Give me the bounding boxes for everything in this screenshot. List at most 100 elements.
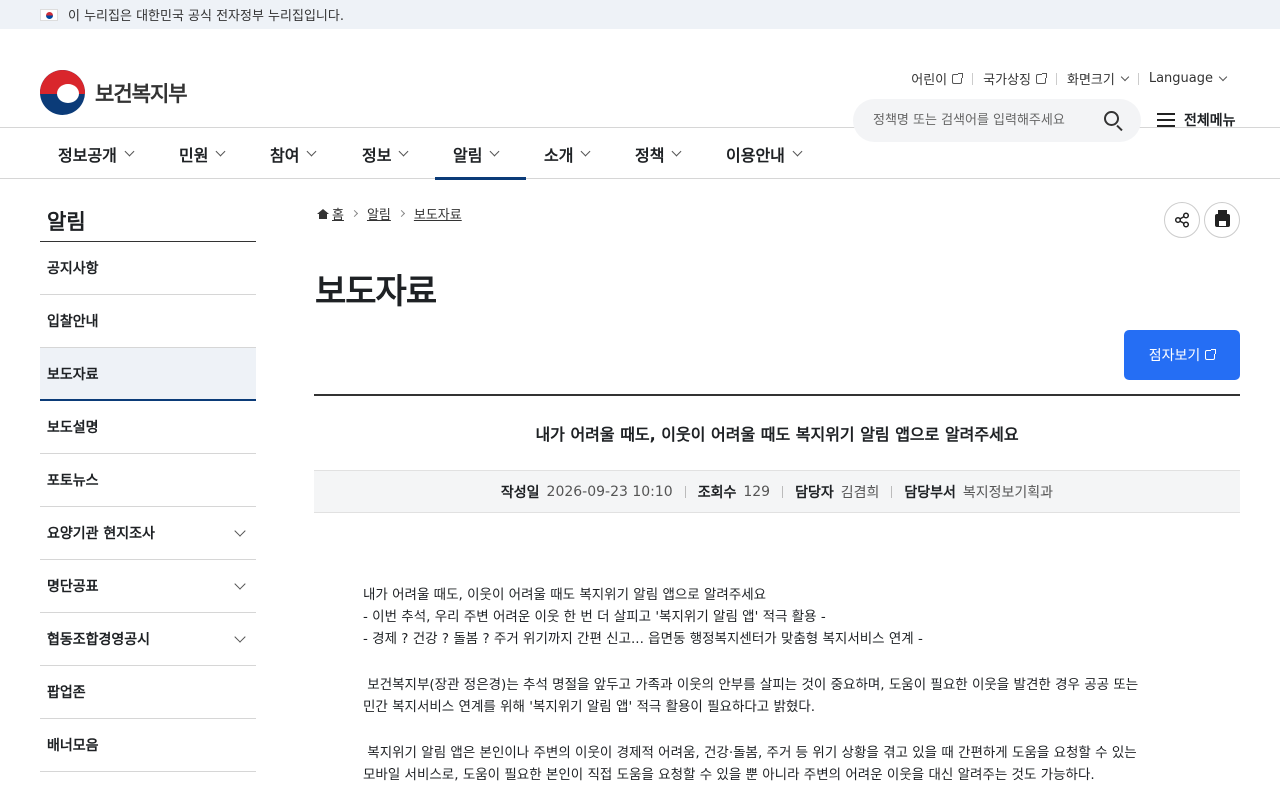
- gnb-item-notice[interactable]: 알림: [435, 128, 526, 180]
- chevron-down-icon: [307, 146, 317, 157]
- side-nav-item-onsite-inspection[interactable]: 요양기관 현지조사: [40, 507, 256, 560]
- language-dropdown[interactable]: Language: [1139, 71, 1236, 86]
- side-nav-label: 협동조합경영공시: [47, 632, 151, 648]
- side-nav-item-bids[interactable]: 입찰안내: [40, 295, 256, 348]
- print-button[interactable]: [1204, 202, 1240, 238]
- views-value: 129: [743, 483, 771, 500]
- chevron-down-icon: [1120, 72, 1130, 81]
- gnb-label: 참여: [270, 145, 300, 165]
- divider: [684, 485, 686, 498]
- chevron-down-icon: [234, 524, 246, 537]
- all-menu-button[interactable]: 전체메뉴: [1157, 110, 1236, 130]
- language-label: Language: [1148, 71, 1213, 86]
- article-meta: 작성일 2026-09-23 10:10 조회수 129 담당자 김겸희 담당부…: [314, 470, 1240, 513]
- external-link-icon: [1036, 72, 1047, 84]
- share-button[interactable]: [1164, 202, 1200, 238]
- chevron-down-icon: [581, 146, 591, 157]
- chevron-down-icon: [216, 146, 226, 157]
- external-link-icon: [1205, 349, 1217, 360]
- page-title: 보도자료: [315, 272, 437, 312]
- side-nav-label: 보도설명: [47, 420, 99, 436]
- gnb-item-about[interactable]: 소개: [544, 128, 591, 179]
- screen-size-dropdown[interactable]: 화면크기: [1057, 69, 1138, 88]
- side-nav-item-photo-news[interactable]: 포토뉴스: [40, 454, 256, 507]
- body-line: 민간 복지서비스 연계를 위해 '복지위기 알림 앱' 적극 활용이 필요하다고…: [363, 699, 816, 715]
- external-link-icon: [952, 72, 964, 84]
- korea-flag-icon: [40, 8, 58, 21]
- gnb-label: 이용안내: [726, 145, 785, 165]
- chevron-down-icon: [399, 146, 409, 157]
- side-nav-item-cooperative-disclosure[interactable]: 협동조합경영공시: [40, 613, 256, 666]
- side-nav-label: 배너모음: [47, 738, 99, 754]
- gnb-item-policy[interactable]: 정책: [635, 128, 682, 179]
- side-nav-title: 알림: [40, 200, 256, 242]
- gnb-label: 정보: [362, 145, 392, 165]
- side-nav-label: 보도자료: [47, 366, 99, 383]
- department-value: 복지정보기획과: [962, 484, 1054, 501]
- all-menu-label: 전체메뉴: [1184, 113, 1236, 129]
- gnb-label: 정보공개: [58, 145, 117, 165]
- braille-view-label: 점자보기: [1148, 348, 1201, 364]
- gnb-label: 민원: [179, 145, 209, 165]
- gnb-label: 알림: [453, 145, 483, 165]
- hamburger-icon: [1157, 113, 1175, 127]
- article-body: 내가 어려울 때도, 이웃이 어려울 때도 복지위기 알림 앱으로 알려주세요 …: [363, 584, 1183, 786]
- chevron-right-icon: [350, 209, 359, 218]
- article-title: 내가 어려울 때도, 이웃이 어려울 때도 복지위기 알림 앱으로 알려주세요: [535, 425, 1019, 444]
- date-value: 2026-09-23 10:10: [546, 483, 673, 500]
- body-line: 내가 어려울 때도, 이웃이 어려울 때도 복지위기 알림 앱으로 알려주세요: [363, 587, 767, 603]
- chevron-down-icon: [124, 146, 135, 157]
- search-icon[interactable]: [1104, 111, 1119, 126]
- side-nav-item-banners[interactable]: 배너모음: [40, 719, 256, 772]
- side-nav-item-press-explanations[interactable]: 보도설명: [40, 401, 256, 454]
- body-line: 모바일 서비스로, 도움이 필요한 본인이 직접 도움을 요청할 수 있을 뿐 …: [363, 767, 1095, 783]
- body-line: - 이번 추석, 우리 주변 어려운 이웃 한 번 더 살피고 '복지위기 알림…: [363, 609, 826, 625]
- gnb-label: 정책: [635, 145, 665, 165]
- gnb-item-guide[interactable]: 이용안내: [726, 128, 803, 179]
- side-nav-item-public-list[interactable]: 명단공표: [40, 560, 256, 613]
- body-line: 복지위기 알림 앱은 본인이나 주변의 이웃이 경제적 어려움, 건강·돌봄, …: [363, 745, 1137, 761]
- breadcrumb-notice[interactable]: 알림: [367, 204, 391, 223]
- breadcrumb-home[interactable]: 홈: [332, 204, 344, 223]
- gov-banner-text: 이 누리집은 대한민국 공식 전자정부 누리집입니다.: [68, 9, 344, 24]
- gnb-item-civil[interactable]: 민원: [179, 128, 226, 179]
- divider: [891, 485, 893, 498]
- share-icon: [1174, 212, 1190, 228]
- national-symbols-label: 국가상징: [983, 73, 1031, 88]
- views-label: 조회수: [697, 484, 737, 501]
- side-nav-item-popup-zone[interactable]: 팝업존: [40, 666, 256, 719]
- kids-link[interactable]: 어린이: [901, 69, 972, 88]
- chevron-down-icon: [672, 146, 682, 157]
- chevron-right-icon: [397, 209, 405, 218]
- national-symbols-link[interactable]: 국가상징: [973, 69, 1056, 88]
- breadcrumb-press-releases[interactable]: 보도자료: [414, 204, 462, 223]
- gnb-item-information[interactable]: 정보: [362, 128, 409, 179]
- gov-banner: 이 누리집은 대한민국 공식 전자정부 누리집입니다.: [0, 0, 1280, 29]
- body-line: 보건복지부(장관 정은경)는 추석 명절을 앞두고 가족과 이웃의 안부를 살피…: [363, 677, 1139, 693]
- side-nav-item-press-releases[interactable]: 보도자료: [40, 348, 256, 401]
- side-nav-label: 명단공표: [47, 579, 99, 595]
- braille-view-button[interactable]: 점자보기: [1124, 330, 1240, 380]
- author-value: 김겸희: [840, 484, 880, 501]
- side-nav-label: 포토뉴스: [47, 473, 99, 489]
- department-label: 담당부서: [904, 484, 956, 501]
- taegeuk-logo-icon: [40, 70, 85, 115]
- divider: [782, 485, 784, 498]
- date-label: 작성일: [500, 484, 540, 501]
- side-nav-label: 팝업존: [47, 685, 86, 701]
- site-logo[interactable]: 보건복지부: [40, 70, 188, 115]
- gnb-item-info-disclosure[interactable]: 정보공개: [58, 128, 135, 179]
- side-nav: 알림 공지사항 입찰안내 보도자료 보도설명 포토뉴스 요양기관 현지조사 명단…: [40, 200, 256, 772]
- print-icon: [1214, 209, 1230, 227]
- side-nav-label: 입찰안내: [47, 314, 99, 330]
- author-label: 담당자: [795, 484, 834, 501]
- side-nav-label: 요양기관 현지조사: [47, 526, 155, 542]
- side-nav-item-notices[interactable]: 공지사항: [40, 242, 256, 295]
- search-input[interactable]: [873, 113, 1093, 128]
- gnb-label: 소개: [544, 145, 574, 165]
- article: 내가 어려울 때도, 이웃이 어려울 때도 복지위기 알림 앱으로 알려주세요 …: [314, 394, 1240, 513]
- kids-label: 어린이: [911, 73, 948, 88]
- gnb-item-participation[interactable]: 참여: [270, 128, 317, 179]
